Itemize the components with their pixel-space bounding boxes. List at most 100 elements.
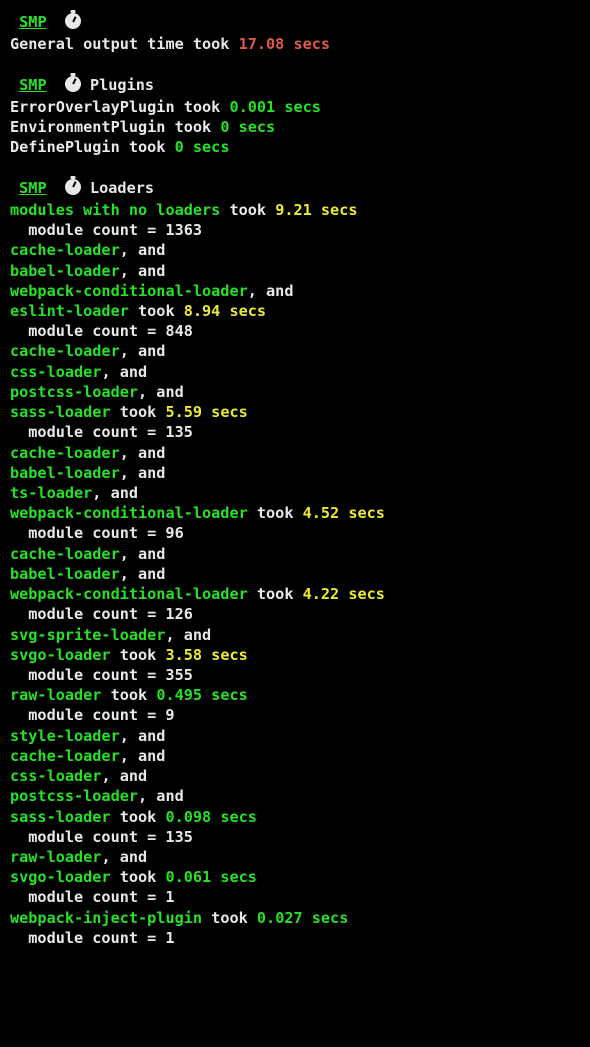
and-label: , and xyxy=(120,241,166,259)
took-label: took xyxy=(248,585,303,603)
loader-name: eslint-loader xyxy=(10,302,129,320)
took-label: took xyxy=(193,35,239,53)
loader-line: cache-loader, and xyxy=(10,746,580,766)
loader-name: cache-loader xyxy=(10,545,120,563)
module-count-line: module count = 135 xyxy=(10,827,580,847)
module-count: module count = 96 xyxy=(28,524,183,542)
section-header: SMP xyxy=(10,12,580,32)
and-label: , and xyxy=(120,444,166,462)
module-count: module count = 1 xyxy=(28,929,174,947)
loader-name: css-loader xyxy=(10,767,101,785)
loader-name: modules with no loaders xyxy=(10,201,220,219)
and-label: , and xyxy=(138,787,184,805)
module-count: module count = 126 xyxy=(28,605,193,623)
loader-line: css-loader, and xyxy=(10,766,580,786)
plugin-line: DefinePlugin took 0 secs xyxy=(10,137,580,157)
took-label: took xyxy=(101,686,156,704)
took-label: took xyxy=(202,909,257,927)
loader-line: css-loader, and xyxy=(10,362,580,382)
plugin-time: 0.001 secs xyxy=(229,98,320,116)
loader-name: raw-loader xyxy=(10,686,101,704)
loader-name: babel-loader xyxy=(10,262,120,280)
loader-time: 5.59 secs xyxy=(165,403,247,421)
loader-name: sass-loader xyxy=(10,403,111,421)
module-count-line: module count = 9 xyxy=(10,705,580,725)
and-label: , and xyxy=(138,383,184,401)
and-label: , and xyxy=(165,626,211,644)
section-header: SMP Loaders xyxy=(10,178,580,198)
and-label: , and xyxy=(120,464,166,482)
blank-line xyxy=(10,158,580,178)
loader-time: 4.22 secs xyxy=(303,585,385,603)
took-label: took xyxy=(248,504,303,522)
took-label: took xyxy=(129,302,184,320)
module-count: module count = 135 xyxy=(28,828,193,846)
took-label: took xyxy=(165,118,220,136)
loader-name: ts-loader xyxy=(10,484,92,502)
loader-line: raw-loader, and xyxy=(10,847,580,867)
loader-line: svgo-loader took 3.58 secs xyxy=(10,645,580,665)
stopwatch-icon xyxy=(65,76,81,92)
and-label: , and xyxy=(120,565,166,583)
loader-line: webpack-inject-plugin took 0.027 secs xyxy=(10,908,580,928)
and-label: , and xyxy=(248,282,294,300)
loader-name: postcss-loader xyxy=(10,787,138,805)
loader-line: svgo-loader took 0.061 secs xyxy=(10,867,580,887)
section-title: Loaders xyxy=(90,179,154,197)
loader-line: postcss-loader, and xyxy=(10,382,580,402)
module-count: module count = 1363 xyxy=(28,221,202,239)
general-time: 17.08 secs xyxy=(239,35,330,53)
loader-line: postcss-loader, and xyxy=(10,786,580,806)
loader-name: sass-loader xyxy=(10,808,111,826)
and-label: , and xyxy=(92,484,138,502)
stopwatch-icon xyxy=(65,13,81,29)
module-count-line: module count = 1 xyxy=(10,928,580,948)
plugin-name: EnvironmentPlugin xyxy=(10,118,165,136)
loader-name: css-loader xyxy=(10,363,101,381)
smp-label: SMP xyxy=(19,76,46,94)
loader-name: postcss-loader xyxy=(10,383,138,401)
loader-line: cache-loader, and xyxy=(10,443,580,463)
module-count-line: module count = 848 xyxy=(10,321,580,341)
loader-line: webpack-conditional-loader took 4.22 sec… xyxy=(10,584,580,604)
and-label: , and xyxy=(101,848,147,866)
loader-name: raw-loader xyxy=(10,848,101,866)
loader-time: 0.495 secs xyxy=(156,686,247,704)
took-label: took xyxy=(111,868,166,886)
loader-name: webpack-conditional-loader xyxy=(10,282,248,300)
loader-name: svgo-loader xyxy=(10,868,111,886)
loader-name: svgo-loader xyxy=(10,646,111,664)
loader-line: sass-loader took 0.098 secs xyxy=(10,807,580,827)
took-label: took xyxy=(120,138,175,156)
loader-line: babel-loader, and xyxy=(10,463,580,483)
and-label: , and xyxy=(120,747,166,765)
blank-line xyxy=(10,54,580,74)
loader-line: babel-loader, and xyxy=(10,564,580,584)
module-count: module count = 135 xyxy=(28,423,193,441)
took-label: took xyxy=(111,808,166,826)
plugin-time: 0 secs xyxy=(220,118,275,136)
loader-line: cache-loader, and xyxy=(10,240,580,260)
plugin-line: EnvironmentPlugin took 0 secs xyxy=(10,117,580,137)
plugin-line: ErrorOverlayPlugin took 0.001 secs xyxy=(10,97,580,117)
loader-name: cache-loader xyxy=(10,342,120,360)
and-label: , and xyxy=(101,767,147,785)
module-count-line: module count = 1363 xyxy=(10,220,580,240)
loader-line: cache-loader, and xyxy=(10,341,580,361)
plugin-name: ErrorOverlayPlugin xyxy=(10,98,175,116)
smp-label: SMP xyxy=(19,13,46,31)
loader-time: 0.027 secs xyxy=(257,909,348,927)
module-count: module count = 1 xyxy=(28,888,174,906)
loader-time: 9.21 secs xyxy=(275,201,357,219)
loader-name: webpack-inject-plugin xyxy=(10,909,202,927)
loader-name: webpack-conditional-loader xyxy=(10,585,248,603)
loader-line: svg-sprite-loader, and xyxy=(10,625,580,645)
loader-name: babel-loader xyxy=(10,464,120,482)
plugin-time: 0 secs xyxy=(175,138,230,156)
loader-line: modules with no loaders took 9.21 secs xyxy=(10,200,580,220)
module-count-line: module count = 355 xyxy=(10,665,580,685)
and-label: , and xyxy=(120,342,166,360)
loader-name: cache-loader xyxy=(10,241,120,259)
and-label: , and xyxy=(120,262,166,280)
loader-line: cache-loader, and xyxy=(10,544,580,564)
